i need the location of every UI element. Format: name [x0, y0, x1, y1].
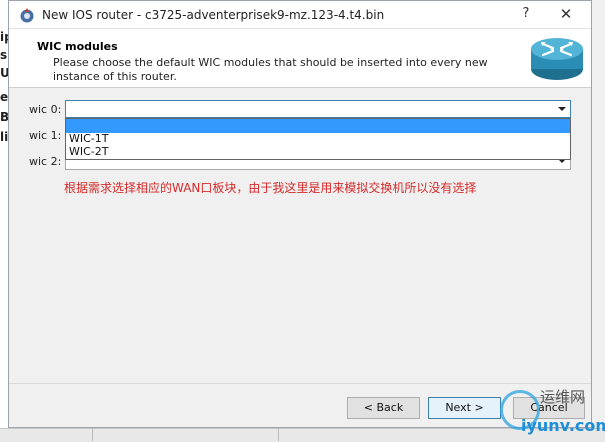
- wic0-label: wic 0:: [29, 103, 62, 116]
- watermark-url: iyunv.com: [521, 416, 605, 435]
- back-button[interactable]: < Back: [347, 397, 420, 419]
- new-ios-router-dialog: New IOS router - c3725-adventerprisek9-m…: [8, 0, 592, 428]
- window-title: New IOS router - c3725-adventerprisek9-m…: [42, 8, 385, 22]
- wic0-dropdown-list: WIC-1T WIC-2T: [65, 118, 571, 160]
- background-text: e: [0, 90, 9, 104]
- close-button[interactable]: ✕: [555, 4, 577, 24]
- page-title: WIC modules: [37, 40, 118, 53]
- title-bar: New IOS router - c3725-adventerprisek9-m…: [9, 1, 591, 29]
- gns3-app-icon: [20, 8, 34, 23]
- wic1-label: wic 1:: [29, 129, 62, 142]
- wic2-label: wic 2:: [29, 155, 62, 168]
- help-button[interactable]: ?: [517, 5, 535, 23]
- dropdown-option-wic-2t[interactable]: WIC-2T: [66, 145, 570, 159]
- router-icon: [531, 38, 583, 80]
- background-text: li: [0, 130, 9, 144]
- chevron-down-icon: [558, 107, 566, 111]
- annotation-note: 根据需求选择相应的WAN口板块，由于我这里是用来模拟交换机所以没有选择: [64, 181, 477, 195]
- background-divider: [92, 428, 93, 441]
- background-divider: [278, 428, 279, 441]
- footer-divider: [9, 383, 591, 384]
- watermark-text: 运维网: [540, 388, 586, 406]
- next-button[interactable]: Next >: [428, 397, 501, 419]
- wizard-header: WIC modules Please choose the default WI…: [9, 29, 591, 88]
- dropdown-option-empty[interactable]: [66, 119, 570, 133]
- dropdown-option-wic-1t[interactable]: WIC-1T: [66, 132, 570, 146]
- page-description: Please choose the default WIC modules th…: [53, 56, 488, 83]
- background-taskbar: [0, 428, 605, 442]
- background-text: s: [0, 48, 8, 62]
- wic0-select[interactable]: [65, 100, 571, 118]
